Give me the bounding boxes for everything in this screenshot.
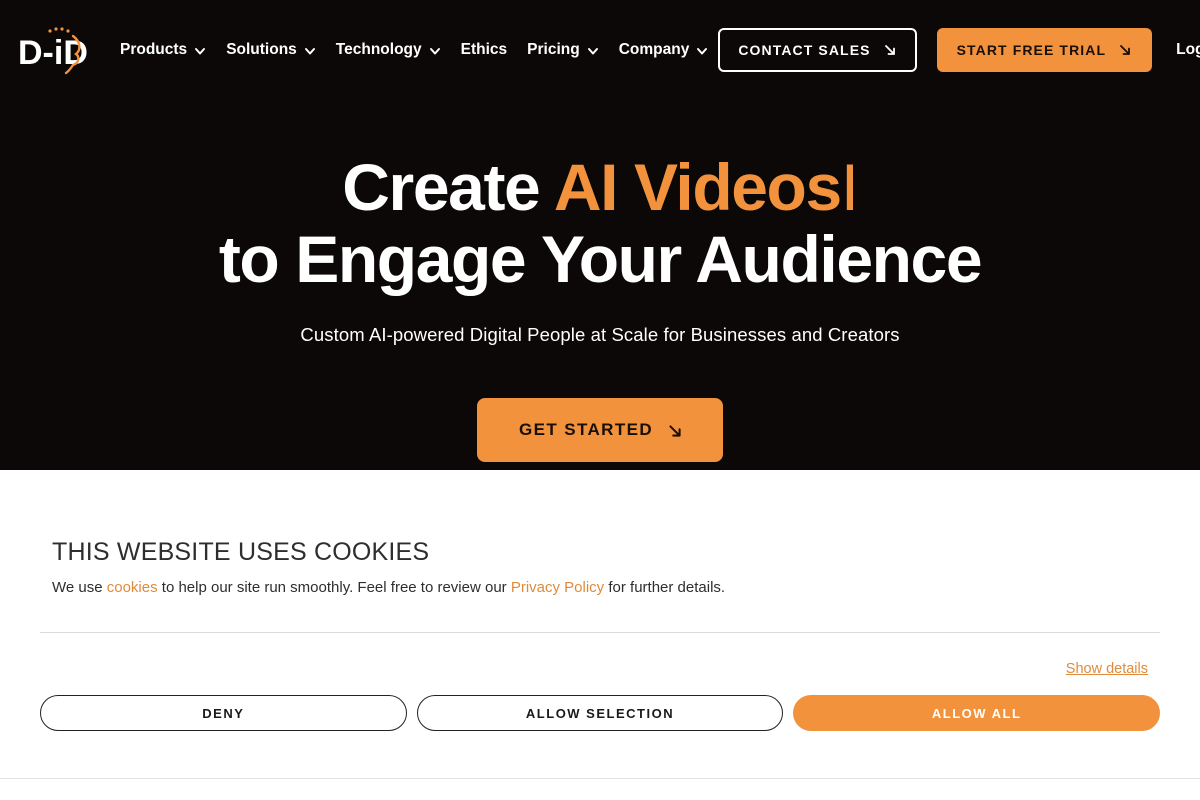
cookie-text-part3: for further details. xyxy=(604,579,726,596)
cookies-link[interactable]: cookies xyxy=(107,579,158,596)
nav-item-technology[interactable]: Technology xyxy=(326,35,451,65)
navbar: D-iD Products Solutions Technology Ethic… xyxy=(0,0,1200,100)
allow-selection-button[interactable]: ALLOW SELECTION xyxy=(416,695,784,731)
nav-label-solutions: Solutions xyxy=(226,41,297,58)
chevron-down-icon xyxy=(194,45,206,57)
hero-headline-line2: to Engage Your Audience xyxy=(218,221,983,296)
login-link[interactable]: Log in xyxy=(1172,35,1200,65)
nav-item-solutions[interactable]: Solutions xyxy=(216,35,326,65)
chevron-down-icon xyxy=(587,45,599,57)
chevron-down-icon xyxy=(696,45,708,57)
cookie-bottom-rule xyxy=(0,778,1200,779)
nav-item-ethics[interactable]: Ethics xyxy=(451,35,518,65)
deny-label: DENY xyxy=(202,705,245,721)
cookie-consent-banner: THIS WEBSITE USES COOKIES We use cookies… xyxy=(0,470,1200,800)
did-logo[interactable]: D-iD xyxy=(18,24,88,76)
nav-label-company: Company xyxy=(618,41,690,58)
nav-item-products[interactable]: Products xyxy=(110,35,216,65)
get-started-label: GET STARTED xyxy=(518,419,654,439)
hero-content: Create AI VideosI to Engage Your Audienc… xyxy=(0,150,1200,462)
cookie-divider xyxy=(40,632,1160,633)
get-started-button[interactable]: GET STARTED xyxy=(476,397,724,462)
nav-item-pricing[interactable]: Pricing xyxy=(517,35,609,65)
hero-section: D-iD Products Solutions Technology Ethic… xyxy=(0,0,1200,470)
typing-caret: I xyxy=(840,150,859,224)
cookie-banner-description: We use cookies to help our site run smoo… xyxy=(52,579,1160,596)
contact-sales-button[interactable]: CONTACT SALES xyxy=(718,28,917,72)
allow-selection-label: ALLOW SELECTION xyxy=(525,705,675,721)
show-details-row: Show details xyxy=(40,661,1160,677)
deny-button[interactable]: DENY xyxy=(40,695,407,731)
hero-headline-accent: AI Videos xyxy=(553,150,842,224)
cookie-text-part2: to help our site run smoothly. Feel free… xyxy=(157,579,511,596)
chevron-down-icon xyxy=(429,45,441,57)
cookie-banner-title: THIS WEBSITE USES COOKIES xyxy=(52,538,430,566)
did-logo-icon: D-iD xyxy=(18,27,88,75)
allow-all-button[interactable]: ALLOW ALL xyxy=(793,695,1161,731)
chevron-down-icon xyxy=(304,45,316,57)
nav-label-technology: Technology xyxy=(335,41,422,58)
hero-headline: Create AI VideosI to Engage Your Audienc… xyxy=(0,150,1200,296)
arrow-down-right-icon xyxy=(667,423,681,437)
start-free-trial-button[interactable]: START FREE TRIAL xyxy=(936,28,1153,72)
hero-subheadline: Custom AI-powered Digital People at Scal… xyxy=(300,323,900,345)
nav-actions: CONTACT SALES START FREE TRIAL Log in xyxy=(718,28,1200,72)
start-free-trial-label: START FREE TRIAL xyxy=(956,42,1107,58)
arrow-down-right-icon xyxy=(1118,43,1132,57)
hero-headline-line1: Create AI VideosI xyxy=(0,150,1200,224)
nav-label-products: Products xyxy=(120,41,188,58)
hero-headline-static: Create xyxy=(342,150,554,224)
nav-label-pricing: Pricing xyxy=(527,41,580,58)
cookie-text-part1: We use xyxy=(52,579,107,596)
nav-label-ethics: Ethics xyxy=(460,41,508,58)
nav-links: Products Solutions Technology Ethics Pri… xyxy=(110,35,718,65)
nav-item-company[interactable]: Company xyxy=(609,35,719,65)
cookie-actions: DENY ALLOW SELECTION ALLOW ALL xyxy=(40,695,1161,731)
contact-sales-label: CONTACT SALES xyxy=(738,42,871,58)
arrow-down-right-icon xyxy=(883,43,897,57)
privacy-policy-link[interactable]: Privacy Policy xyxy=(511,579,604,596)
allow-all-label: ALLOW ALL xyxy=(931,705,1022,721)
show-details-link[interactable]: Show details xyxy=(1066,661,1148,677)
